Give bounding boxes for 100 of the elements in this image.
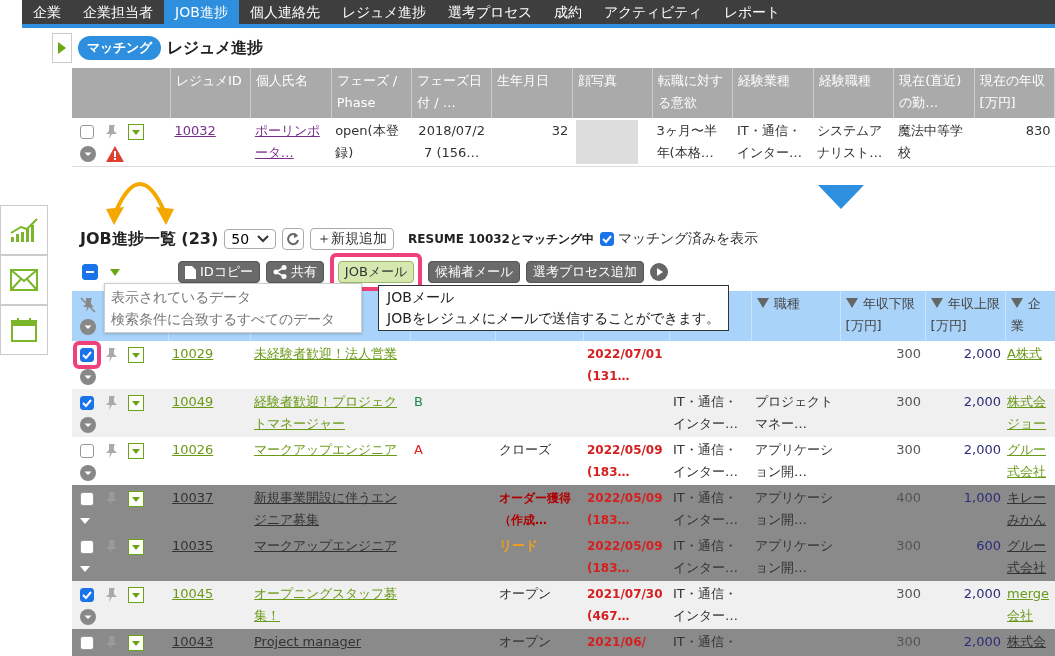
table-cell-text: 魔法中等学校 bbox=[897, 122, 964, 162]
circle-down-icon[interactable] bbox=[80, 146, 96, 162]
row-checkbox[interactable] bbox=[80, 492, 94, 506]
table-cell-text: 2022/05/09 (183… bbox=[587, 490, 664, 529]
down-arrow-icon bbox=[818, 185, 864, 209]
company-link[interactable]: merge会社 bbox=[1007, 583, 1053, 627]
nav-tab[interactable]: 企業担当者 bbox=[72, 0, 164, 24]
dropdown-icon[interactable] bbox=[128, 443, 144, 459]
tooltip-title: JOBメール bbox=[387, 288, 455, 307]
nav-tab[interactable]: レジュメ進捗 bbox=[330, 0, 437, 24]
job-id-link[interactable]: 10043 bbox=[172, 631, 246, 653]
pin-icon[interactable] bbox=[104, 124, 118, 140]
chevron-down-icon bbox=[257, 235, 270, 243]
circle-down-icon[interactable] bbox=[80, 369, 96, 385]
column-header: 現在の年収 [万円] bbox=[979, 72, 1046, 112]
circle-down-icon[interactable] bbox=[80, 465, 96, 481]
circle-down-icon[interactable] bbox=[80, 319, 96, 335]
table-cell-text: IT・通信・インター… bbox=[736, 122, 803, 162]
job-id-link[interactable]: 10045 bbox=[172, 583, 246, 605]
job-title-link[interactable]: 未経験者歓迎！法人営業 bbox=[254, 343, 406, 365]
nav-tab[interactable]: 企業 bbox=[22, 0, 72, 24]
row-checkbox[interactable] bbox=[80, 540, 94, 554]
toolbar-button[interactable]: JOBメール bbox=[337, 261, 414, 283]
job-id-link[interactable]: 10049 bbox=[172, 391, 246, 413]
nav-tab[interactable]: 個人連絡先 bbox=[238, 0, 331, 24]
company-link[interactable]: キレーみかん bbox=[1007, 487, 1053, 531]
nav-tab[interactable]: 成約 bbox=[542, 0, 593, 24]
nav-tab[interactable]: レポート bbox=[712, 0, 791, 24]
company-link[interactable]: A株式 bbox=[1007, 343, 1053, 365]
caret-icon[interactable] bbox=[110, 268, 120, 276]
row-checkbox[interactable] bbox=[80, 396, 94, 410]
table-cell-text: アプリケーション開… bbox=[755, 441, 834, 481]
job-title-link[interactable]: マークアップエンジニア bbox=[254, 535, 406, 557]
job-title-link[interactable]: 経験者歓迎！プロジェクトマネージャー bbox=[254, 391, 406, 435]
section-title: レジュメ進捗 bbox=[167, 37, 263, 59]
job-title-link[interactable]: マークアップエンジニア bbox=[254, 439, 406, 461]
resume-id-link[interactable]: 10032 bbox=[174, 120, 247, 142]
job-id-link[interactable]: 10035 bbox=[172, 535, 246, 557]
company-link[interactable]: グルー式会社 bbox=[1007, 535, 1053, 579]
pin-off-icon[interactable] bbox=[80, 297, 96, 313]
check-icon bbox=[82, 350, 92, 360]
checkbox-label[interactable]: マッチング済みを表示 bbox=[617, 230, 758, 248]
nav-tab[interactable]: 選考プロセス bbox=[436, 0, 543, 24]
calendar-button[interactable] bbox=[0, 305, 48, 355]
toolbar-button[interactable]: 候補者メール bbox=[427, 261, 520, 283]
job-title-link[interactable]: 新規事業開設に伴うエンジニア募集 bbox=[254, 487, 406, 531]
dropdown-icon[interactable] bbox=[128, 539, 144, 555]
job-title-link[interactable]: オープニングスタッフ募集！ bbox=[254, 583, 406, 627]
menu-item[interactable]: 表示されているデータ bbox=[111, 286, 355, 308]
row-checkbox[interactable] bbox=[80, 348, 94, 362]
company-link[interactable]: 株式会 bbox=[1007, 631, 1053, 653]
name-link[interactable]: ポーリンポータ… bbox=[254, 120, 328, 164]
row-checkbox[interactable] bbox=[80, 636, 94, 650]
pin-icon[interactable] bbox=[104, 395, 118, 411]
highlight-frame bbox=[73, 341, 101, 369]
pin-icon[interactable] bbox=[104, 587, 118, 603]
menu-item[interactable]: 検索条件に合致するすべてのデータ bbox=[111, 308, 355, 330]
add-button[interactable]: ＋新規追加 bbox=[310, 228, 395, 250]
job-id-link[interactable]: 10029 bbox=[172, 343, 246, 365]
row-checkbox[interactable] bbox=[80, 125, 94, 139]
caret-icon[interactable] bbox=[80, 566, 90, 572]
toolbar-button[interactable]: 選考プロセス追加 bbox=[525, 261, 644, 283]
phase-label: オープン bbox=[499, 585, 552, 603]
phase-label: オーダー獲得（作成… bbox=[499, 490, 572, 529]
dropdown-icon[interactable] bbox=[128, 587, 144, 603]
mail-button[interactable] bbox=[0, 255, 48, 305]
caret-icon[interactable] bbox=[80, 518, 90, 524]
expand-toggle[interactable] bbox=[52, 33, 72, 63]
select-all-checkbox[interactable] bbox=[82, 264, 98, 280]
dropdown-icon[interactable] bbox=[128, 347, 144, 363]
nav-tab[interactable]: アクティビティ bbox=[592, 0, 713, 24]
pin-icon[interactable] bbox=[104, 443, 118, 459]
toolbar-button[interactable]: IDコピー bbox=[178, 261, 260, 283]
dropdown-icon[interactable] bbox=[128, 395, 144, 411]
nav-tab[interactable]: JOB進捗 bbox=[164, 0, 239, 24]
company-link[interactable]: グルー式会社 bbox=[1007, 439, 1053, 483]
refresh-icon bbox=[286, 232, 301, 246]
row-checkbox[interactable] bbox=[80, 588, 94, 602]
job-id-link[interactable]: 10026 bbox=[172, 439, 246, 461]
table-cell-text: 2021/07/30 (467… bbox=[587, 586, 664, 625]
page-size-select[interactable]: 50 bbox=[224, 229, 277, 249]
checkbox[interactable] bbox=[599, 232, 614, 246]
company-link[interactable]: 株式会ジョー bbox=[1007, 391, 1053, 435]
column-header: 顔写真 bbox=[577, 72, 618, 90]
circle-down-icon[interactable] bbox=[80, 417, 96, 433]
job-title-link[interactable]: Project manager bbox=[254, 631, 406, 653]
play-icon[interactable] bbox=[649, 263, 668, 281]
dropdown-icon[interactable] bbox=[128, 635, 144, 651]
job-id-link[interactable]: 10037 bbox=[172, 487, 246, 509]
chart-button[interactable] bbox=[0, 205, 48, 255]
matching-note: RESUME 10032とマッチング中 bbox=[408, 230, 594, 248]
refresh-button[interactable] bbox=[282, 228, 305, 250]
dropdown-icon[interactable] bbox=[128, 124, 144, 140]
circle-down-icon[interactable] bbox=[80, 609, 96, 625]
toolbar-button[interactable]: 共有 bbox=[265, 261, 324, 283]
table-cell-text: 2018/07/27 (156… bbox=[417, 122, 487, 162]
pin-icon[interactable] bbox=[104, 347, 118, 363]
table-cell: 2,000 bbox=[963, 442, 1001, 457]
dropdown-icon[interactable] bbox=[128, 491, 144, 507]
row-checkbox[interactable] bbox=[80, 444, 94, 458]
